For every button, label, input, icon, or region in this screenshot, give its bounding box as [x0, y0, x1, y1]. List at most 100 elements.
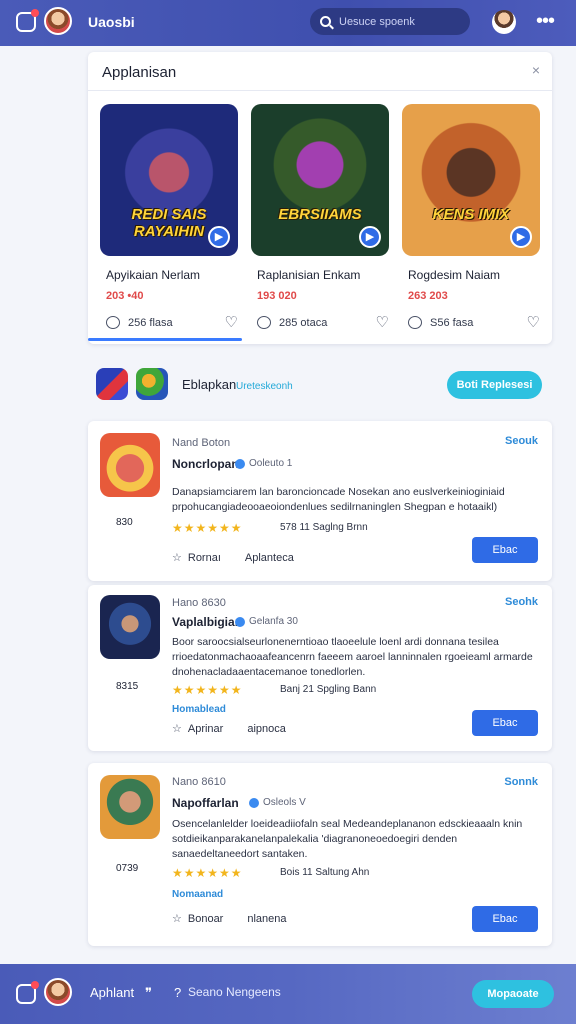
section-sublabel[interactable]: Ureteskeonh	[236, 381, 293, 392]
cover-title: EBRSIIAMS	[278, 206, 362, 223]
post-card: 0739 Nano 8610 Sonnk Napoffarlan Osleols…	[88, 763, 552, 946]
post-app-icon[interactable]	[100, 433, 160, 497]
post-card: 830 Nand Boton Seouk Noncrlopan Ooleuto …	[88, 421, 552, 581]
more-icon[interactable]: •••	[536, 11, 555, 31]
app-logo-icon[interactable]	[16, 981, 39, 1004]
rating-text: Bois 11 Saltung Ahn	[280, 867, 370, 878]
heart-icon[interactable]: ♡	[225, 315, 238, 330]
post-action-link[interactable]: Seohk	[505, 596, 538, 608]
comment-icon[interactable]	[106, 316, 120, 329]
featured-card-price: 203 •40	[106, 290, 144, 302]
comment-icon[interactable]	[257, 316, 271, 329]
section-action-button[interactable]: Boti Replesesi	[447, 371, 542, 399]
star-outline-icon[interactable]: ☆	[172, 551, 182, 564]
post-score: 830	[116, 517, 133, 528]
post-link[interactable]: Homablead	[172, 704, 226, 715]
user-avatar[interactable]	[44, 978, 72, 1006]
panel-divider	[88, 90, 552, 91]
post-kicker: Nand Boton	[172, 437, 231, 449]
post-author-name[interactable]: Vaplalbigian	[172, 615, 242, 629]
profile-avatar[interactable]	[492, 10, 516, 34]
featured-card[interactable]: EBRSIIAMS ▶ Raplanisian Enkam 193 020 28…	[251, 104, 397, 344]
post-footer: ☆ Bonoar nlanena	[172, 912, 287, 926]
featured-card[interactable]: REDI SAIS RAYAIHIN ▶ Apyikaian Nerlam 20…	[100, 104, 246, 344]
post-footer-item[interactable]: Aprinar	[188, 723, 223, 735]
active-tab-indicator	[88, 338, 242, 341]
quote-icon[interactable]: ❞	[145, 985, 152, 1001]
bottom-bar-sublabel[interactable]: Seano Nengeens	[188, 985, 281, 999]
featured-card-price: 263 203	[408, 290, 448, 302]
star-outline-icon[interactable]: ☆	[172, 912, 182, 925]
star-outline-icon[interactable]: ☆	[172, 722, 182, 735]
panel-title: Applanisan	[102, 64, 177, 81]
app-icon[interactable]	[96, 368, 128, 400]
featured-card-meta: S56 fasa ♡	[408, 315, 540, 330]
app-logo-icon[interactable]	[16, 9, 39, 32]
post-kicker: Hano 8630	[172, 597, 226, 609]
app-icon[interactable]	[136, 368, 168, 400]
featured-card-name: Rogdesim Naiam	[408, 268, 501, 282]
featured-card[interactable]: KENS IMIX ▶ Rogdesim Naiam 263 203 S56 f…	[402, 104, 548, 344]
post-action-button[interactable]: Ebac	[472, 710, 538, 736]
post-description: Danapsiamciarem lan baroncioncade Noseka…	[172, 486, 505, 513]
post-score: 0739	[116, 863, 139, 874]
comment-count: 285 otaca	[279, 316, 328, 329]
post-action-button[interactable]: Ebac	[472, 906, 538, 932]
bottom-bar-label[interactable]: Aphlant	[90, 985, 134, 1000]
post-link[interactable]: Nomaanad	[172, 889, 223, 900]
heart-icon[interactable]: ♡	[376, 315, 389, 330]
post-author-handle: Gelanfa 30	[249, 616, 298, 627]
post-app-icon[interactable]	[100, 595, 160, 659]
close-icon[interactable]: ×	[532, 62, 540, 78]
post-kicker: Nano 8610	[172, 776, 226, 788]
post-app-icon[interactable]	[100, 775, 160, 839]
bottom-bar-button[interactable]: Mopaoate	[472, 980, 554, 1008]
comment-count: S56 fasa	[430, 316, 474, 329]
featured-card-name: Apyikaian Nerlam	[106, 268, 201, 282]
section-label: Eblapkan	[182, 377, 237, 392]
game-cover-image[interactable]: EBRSIIAMS ▶	[251, 104, 389, 256]
rating-stars: ★★★★★★	[172, 683, 243, 697]
post-footer: ☆ Rornaı Aplanteca	[172, 551, 294, 565]
post-footer-item[interactable]: Aplanteca	[245, 552, 294, 564]
top-bar: Uaosbi •••	[0, 0, 576, 46]
search-input[interactable]	[339, 15, 467, 28]
verified-icon	[249, 798, 259, 808]
featured-card-meta: 256 flasa ♡	[106, 315, 238, 330]
verified-icon	[235, 459, 245, 469]
game-cover-image[interactable]: KENS IMIX ▶	[402, 104, 540, 256]
post-author-handle: Ooleuto 1	[249, 458, 293, 469]
play-badge-icon[interactable]: ▶	[359, 226, 381, 248]
heart-icon[interactable]: ♡	[527, 315, 540, 330]
post-action-button[interactable]: Ebac	[472, 537, 538, 563]
play-badge-icon[interactable]: ▶	[208, 226, 230, 248]
post-author-name[interactable]: Napoffarlan	[172, 796, 239, 810]
post-author-name[interactable]: Noncrlopan	[172, 457, 239, 471]
post-score: 8315	[116, 681, 139, 692]
post-footer-item[interactable]: Rornaı	[188, 552, 221, 564]
comment-icon[interactable]	[408, 316, 422, 329]
post-footer-item[interactable]: aipnoca	[247, 723, 286, 735]
post-description: Osencelanlelder loeideadiiofaln seal Med…	[172, 818, 523, 860]
verified-icon	[235, 617, 245, 627]
play-badge-icon[interactable]: ▶	[510, 226, 532, 248]
search-bar[interactable]	[310, 8, 470, 35]
featured-card-meta: 285 otaca ♡	[257, 315, 389, 330]
post-action-link[interactable]: Sonnk	[504, 776, 538, 788]
rating-text: Banj 21 Spgling Bann	[280, 684, 377, 695]
post-card: 8315 Hano 8630 Seohk Vaplalbigian Gelanf…	[88, 585, 552, 751]
post-action-link[interactable]: Seouk	[505, 435, 538, 447]
post-description: Boor saroocsialseurlonenerntioao tlaoeel…	[172, 636, 533, 678]
post-footer-item[interactable]: Bonoar	[188, 913, 223, 925]
post-footer-item[interactable]: nlanena	[247, 913, 286, 925]
post-author-handle: Osleols V	[263, 797, 306, 808]
help-icon[interactable]: ?	[174, 985, 181, 1000]
game-cover-image[interactable]: REDI SAIS RAYAIHIN ▶	[100, 104, 238, 256]
rating-text: 578 11 Saglng Brnn	[280, 522, 368, 533]
comment-count: 256 flasa	[128, 316, 173, 329]
featured-panel: Applanisan × REDI SAIS RAYAIHIN ▶ Apyika…	[88, 52, 552, 344]
cover-title: KENS IMIX	[432, 206, 510, 223]
bottom-bar: Aphlant ❞ ? Seano Nengeens Mopaoate	[0, 964, 576, 1024]
search-icon	[320, 16, 331, 27]
user-avatar[interactable]	[44, 7, 72, 35]
